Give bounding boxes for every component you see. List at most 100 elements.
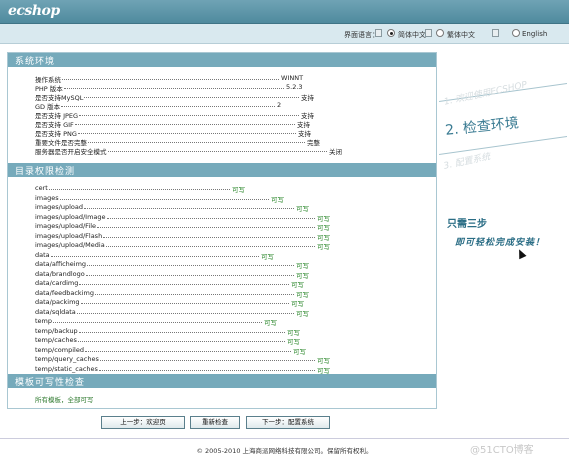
check-value: 关闭 (329, 148, 342, 156)
check-row: data/afficheimg 可写 (35, 260, 415, 270)
check-value: 可写 (287, 328, 300, 337)
leader-dots (98, 369, 315, 371)
check-label: temp/query_caches (35, 355, 99, 363)
language-option-english[interactable]: English (522, 30, 547, 38)
check-row: images/upload/File 可写 (35, 222, 415, 232)
leader-dots (77, 341, 285, 342)
check-label: images/upload/Image (35, 212, 106, 221)
check-row: images/upload/Media 可写 (35, 241, 415, 251)
check-value: 5.2.3 (286, 83, 303, 91)
check-row: temp 可写 (35, 317, 415, 327)
check-value: 可写 (232, 186, 245, 194)
check-row: 是否支持 JPEG 支持 (35, 110, 415, 120)
section-header-dirs: 目录权限检测 (8, 163, 436, 177)
leader-dots (80, 303, 289, 304)
check-row: data/packimg 可写 (35, 298, 415, 308)
leader-dots (62, 79, 279, 80)
language-bar: 界面语言： 简体中文 繁体中文 English (0, 24, 569, 44)
mouse-cursor-icon (515, 247, 527, 260)
leader-dots (48, 189, 230, 190)
language-option-simplified[interactable]: 简体中文 (398, 30, 426, 40)
check-label: temp/backup (35, 326, 78, 335)
language-label: 界面语言： (344, 31, 379, 39)
leader-dots (50, 255, 259, 257)
leader-dots (99, 360, 315, 361)
check-label: images/upload/Flash (35, 231, 103, 240)
leader-dots (97, 227, 315, 228)
check-label: data/sqldata (35, 307, 76, 316)
check-row: 是否支持 PNG 支持 (35, 128, 415, 138)
install-steps-sidebar: 1. 欢迎使用ECSHOP 2. 检查环境 3. 配置系统 只需三步 即可轻松完… (437, 52, 569, 409)
prev-step-button[interactable]: 上一步：欢迎页 (101, 416, 185, 429)
check-value: 可写 (291, 300, 304, 308)
check-label: data/packimg (35, 298, 80, 306)
flag-icon (375, 29, 382, 37)
check-panel: 系统环境 操作系统 WINNT PHP 版本 5.2.3 是否支持MySQL 支持 GD 版… (7, 52, 437, 409)
check-label: 服务器是否开启安全模式 (35, 148, 107, 156)
leader-dots (79, 284, 289, 285)
next-step-button[interactable]: 下一步：配置系统 (246, 416, 330, 429)
leader-dots (78, 331, 285, 333)
template-status: 所有模板，全部可写 (35, 396, 94, 404)
language-option-traditional[interactable]: 繁体中文 (447, 30, 475, 40)
check-label: temp/compiled (35, 345, 84, 354)
section-title: 目录权限检测 (15, 167, 76, 177)
check-value: 可写 (296, 290, 309, 299)
check-value: 可写 (317, 214, 330, 223)
leader-dots (94, 293, 294, 295)
leader-dots (76, 312, 294, 314)
check-value: 可写 (296, 205, 309, 213)
check-value: 可写 (291, 281, 304, 289)
leader-dots (53, 322, 262, 323)
check-value: 可写 (317, 243, 330, 251)
leader-dots (106, 217, 315, 219)
check-row: PHP 版本 5.2.3 (35, 83, 415, 93)
check-row: temp/caches 可写 (35, 336, 415, 346)
radio-english[interactable] (512, 29, 520, 37)
check-row: data/sqldata 可写 (35, 307, 415, 318)
leader-dots (85, 274, 294, 276)
check-row: temp/query_caches 可写 (35, 355, 415, 365)
check-row: 是否支持 GIF 支持 (35, 119, 415, 129)
check-row: data 可写 (35, 251, 415, 261)
leader-dots (87, 265, 294, 266)
leader-dots (84, 97, 299, 98)
check-row: images 可写 (35, 193, 415, 204)
check-value: 可写 (317, 224, 330, 232)
check-row: cert 可写 (35, 184, 415, 194)
radio-simplified-chinese[interactable] (387, 29, 395, 37)
check-value: 可写 (264, 319, 277, 327)
check-value: 可写 (261, 252, 274, 261)
check-value: 可写 (293, 347, 306, 356)
flag-icon (492, 29, 499, 37)
check-row: images/upload/Image 可写 (35, 212, 415, 223)
check-label: images/upload/File (35, 222, 97, 230)
check-label: data/afficheimg (35, 260, 87, 268)
leader-dots (61, 106, 275, 107)
check-row: temp/compiled 可写 (35, 345, 415, 356)
leader-dots (103, 236, 315, 238)
check-label: temp/static_caches (35, 364, 98, 373)
ecshop-logo: ecshop (8, 3, 60, 19)
check-value: 可写 (296, 271, 309, 280)
watermark: @51CTO博客 (470, 445, 534, 456)
check-label: images/upload (35, 203, 83, 211)
slogan-line-1: 只需三步 (447, 219, 487, 230)
check-row: images/upload/Flash 可写 (35, 231, 415, 242)
recheck-button[interactable]: 重新检查 (190, 416, 240, 429)
radio-traditional-chinese[interactable] (436, 29, 444, 37)
leader-dots (77, 133, 296, 134)
leader-dots (84, 350, 291, 352)
check-label: cert (35, 184, 48, 192)
check-label: data/feedbackimg (35, 288, 94, 297)
leader-dots (107, 151, 327, 152)
check-label: data/brandlogo (35, 269, 85, 278)
footer-divider (0, 438, 569, 439)
leader-dots (88, 142, 305, 143)
leader-dots (74, 124, 295, 125)
check-value: 可写 (296, 309, 309, 318)
check-label: images (35, 193, 59, 202)
leader-dots (79, 115, 299, 116)
check-row: 重要文件是否完整 完整 (35, 137, 415, 147)
check-row: GD 版本 2 (35, 101, 415, 111)
